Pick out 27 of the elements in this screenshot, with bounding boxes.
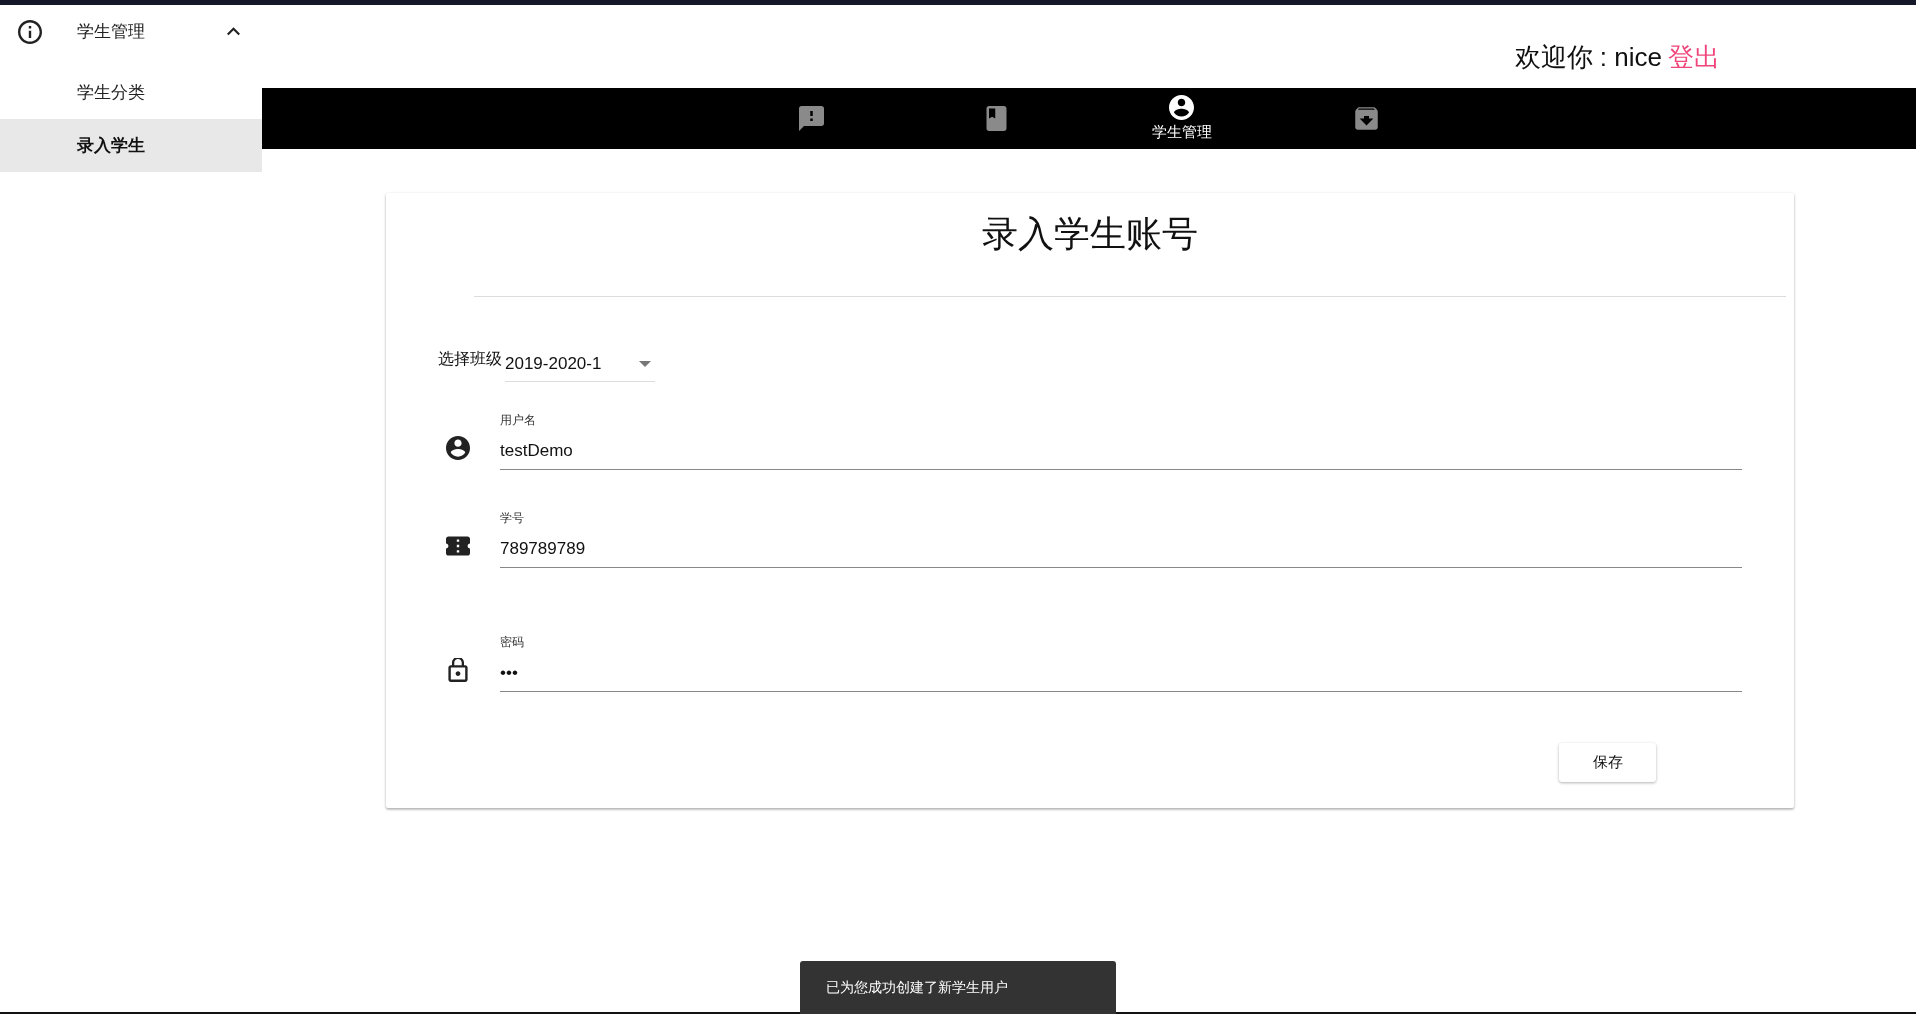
welcome-text: 欢迎你 : nice — [1514, 41, 1662, 74]
account-icon — [446, 436, 470, 460]
input-field[interactable]: testDemo — [500, 441, 1742, 470]
field-label: 密码 — [500, 634, 525, 651]
archive-icon — [1354, 106, 1379, 131]
feedback-icon — [799, 106, 824, 131]
input-field[interactable]: ••• — [500, 663, 1742, 692]
info-icon — [18, 19, 42, 44]
book-icon — [984, 106, 1009, 131]
dropdown-arrow-icon — [639, 361, 651, 367]
sidebar-item[interactable]: 学生分类 — [0, 66, 262, 119]
lock-icon — [446, 658, 470, 682]
nav-tab[interactable]: 学生管理 — [1089, 88, 1274, 149]
field-label: 用户名 — [500, 412, 537, 429]
sidebar-item[interactable]: 录入学生 — [0, 119, 262, 172]
input-field[interactable]: 789789789 — [500, 539, 1742, 568]
chevron-up-icon — [227, 27, 240, 36]
menu-group-header[interactable]: 学生管理 — [0, 5, 262, 58]
select-label: 选择班级 — [438, 349, 502, 369]
save-button[interactable]: 保存 — [1559, 743, 1656, 782]
snackbar: 已为您成功创建了新学生用户 — [800, 961, 1116, 1014]
ticket-icon — [446, 534, 470, 558]
form-title: 录入学生账号 — [981, 212, 1199, 256]
account-icon — [1169, 95, 1194, 120]
field-label: 学号 — [500, 510, 525, 527]
class-dropdown[interactable]: 2019-2020-1 — [505, 347, 655, 382]
logout-link[interactable]: 登出 — [1668, 40, 1720, 75]
